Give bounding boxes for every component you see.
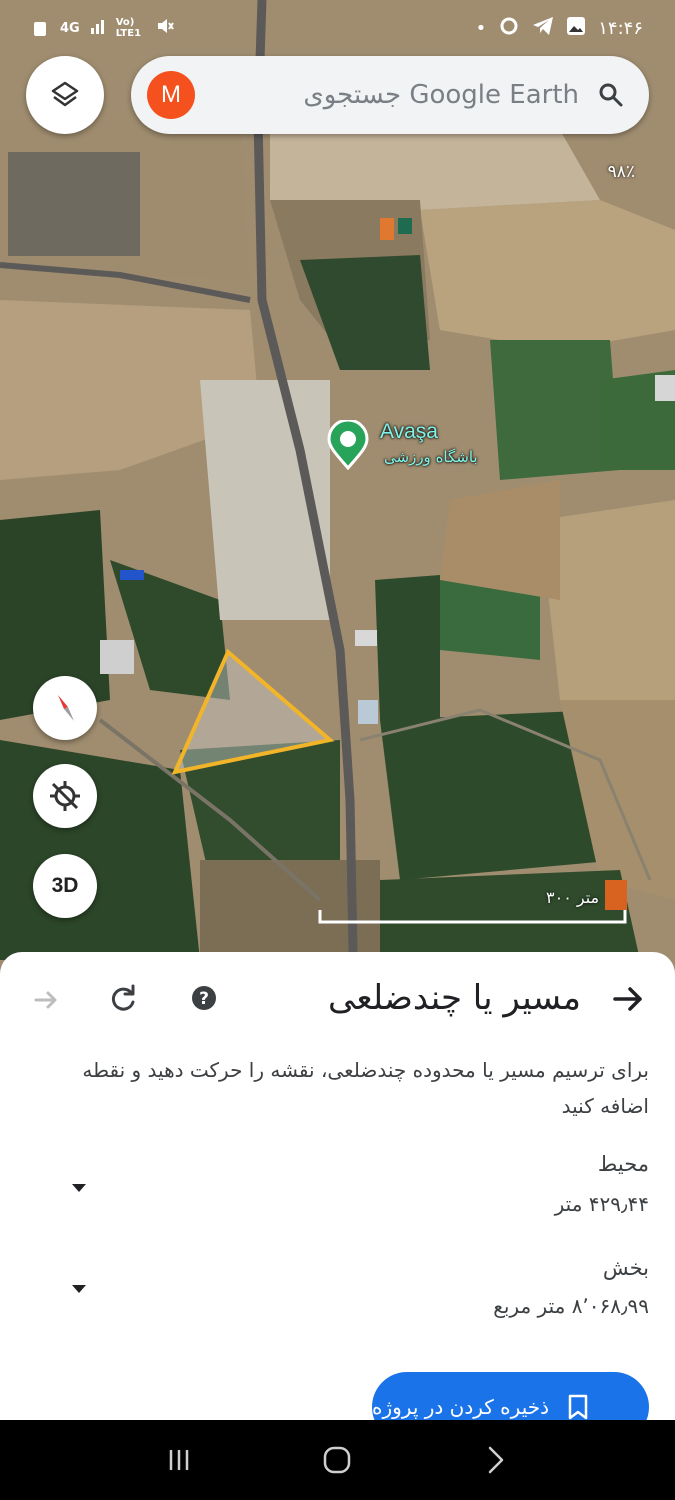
system-nav-bar xyxy=(0,1420,675,1500)
volte-label: Vo) LTE1 xyxy=(115,17,142,39)
sheet-header: ? مسیر یا چندضلعی xyxy=(0,952,675,1048)
search-input[interactable]: جستجوی Google Earth xyxy=(195,80,597,110)
perimeter-unit-dropdown-icon[interactable] xyxy=(70,1182,88,1194)
back-chevron-icon xyxy=(488,1446,504,1474)
perimeter-label: محیط xyxy=(597,1152,649,1176)
3d-toggle-button[interactable]: 3D xyxy=(33,854,97,918)
compass-icon xyxy=(58,695,74,721)
recent-apps-button[interactable] xyxy=(159,1440,199,1480)
opacity-percent: ۹۸٪ xyxy=(607,162,635,182)
area-label: بخش xyxy=(602,1256,649,1280)
signal-icon xyxy=(90,18,106,38)
network-label: 4G xyxy=(60,20,80,36)
home-button[interactable] xyxy=(317,1440,357,1480)
my-location-button[interactable] xyxy=(33,764,97,828)
save-to-project-button[interactable]: ذخیره کردن در پروژه xyxy=(372,1372,649,1420)
dot-icon: • xyxy=(475,17,487,39)
gallery-icon xyxy=(566,16,586,41)
location-off-icon xyxy=(50,781,80,811)
refresh-icon[interactable] xyxy=(108,982,140,1014)
telegram-icon xyxy=(532,16,554,41)
sync-icon xyxy=(498,15,520,42)
place-pin-icon[interactable] xyxy=(326,420,370,470)
notification-icon xyxy=(32,19,50,37)
place-name[interactable]: Avaşa xyxy=(380,420,438,444)
bookmark-icon xyxy=(568,1394,588,1420)
recent-apps-icon xyxy=(169,1450,189,1470)
compass-button[interactable] xyxy=(33,676,97,740)
sheet-title: مسیر یا چندضلعی xyxy=(328,978,581,1018)
place-category: باشگاه ورزشی xyxy=(384,448,478,466)
redo-icon[interactable] xyxy=(30,982,62,1014)
measure-sheet: ? مسیر یا چندضلعی برای ترسیم مسیر یا محد… xyxy=(0,952,675,1420)
satellite-imagery xyxy=(0,0,675,1000)
area-unit-dropdown-icon[interactable] xyxy=(70,1283,88,1295)
scale-label: ۳۰۰ متر xyxy=(546,888,600,907)
satellite-map[interactable]: 4G Vo) LTE1 • ۱۴:۴۶ M جستجوی Google Eart… xyxy=(0,0,675,1000)
save-label: ذخیره کردن در پروژه xyxy=(372,1395,550,1419)
search-bar[interactable]: M جستجوی Google Earth xyxy=(131,56,649,134)
account-avatar[interactable]: M xyxy=(147,71,195,119)
back-button[interactable] xyxy=(476,1440,516,1480)
back-arrow-icon[interactable] xyxy=(611,982,645,1016)
area-value: ۸٬۰۶۸٫۹۹ متر مربع xyxy=(493,1294,649,1318)
mute-icon xyxy=(156,17,174,39)
status-bar: 4G Vo) LTE1 • ۱۴:۴۶ xyxy=(0,0,675,56)
help-icon[interactable]: ? xyxy=(188,982,220,1014)
home-icon xyxy=(324,1446,351,1474)
layers-icon xyxy=(51,81,79,107)
layers-button[interactable] xyxy=(26,56,104,134)
perimeter-value: ۴۲۹٫۴۴ متر xyxy=(554,1192,649,1216)
clock-time: ۱۴:۴۶ xyxy=(598,17,643,39)
search-icon[interactable] xyxy=(597,81,625,109)
svg-text:?: ? xyxy=(199,989,209,1009)
instructions-text: برای ترسیم مسیر یا محدوده چندضلعی، نقشه … xyxy=(82,1058,649,1118)
